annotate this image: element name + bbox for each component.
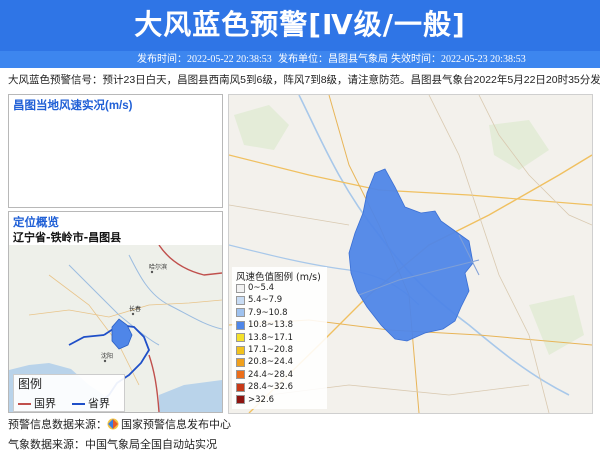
city-label: 哈尔滨 [149, 263, 167, 271]
location-panel-title: 定位概览 [13, 217, 59, 229]
wind-legend-item: 17.1~20.8 [236, 345, 293, 355]
publish-time: 发布时间：2022-05-22 20:38:53 [137, 54, 272, 65]
wind-color-legend: 风速色值图例 (m/s) 0~5.4 5.4~7.9 7.9~10.8 10.8~13… [232, 267, 327, 409]
legend-swatch [236, 320, 245, 330]
wind-legend-item: 10.8~13.8 [236, 320, 293, 330]
legend-label: 13.8~17.1 [248, 332, 293, 343]
page-title: 大风蓝色预警[Ⅳ级/一般] [134, 8, 466, 41]
legend-swatch [236, 370, 245, 380]
legend-swatch [236, 308, 245, 318]
legend-national-border: 国界 [18, 395, 56, 411]
wind-legend-title: 风速色值图例 (m/s) [236, 272, 321, 283]
legend-label: 7.9~10.8 [248, 307, 288, 318]
wind-panel-title: 昌图当地风速实况(m/s) [13, 100, 133, 112]
warning-description: 大风蓝色预警信号：预计23日白天，昌图县西南风5到6级，阵风7到8级，请注意防范… [8, 74, 600, 86]
wind-legend-item: 13.8~17.1 [236, 333, 293, 343]
overview-legend-title: 图例 [18, 377, 43, 391]
legend-label: 24.4~28.4 [248, 369, 293, 380]
legend-swatch [236, 382, 245, 392]
wind-legend-item: 20.8~24.4 [236, 357, 293, 367]
info-bar: 发布时间：2022-05-22 20:38:53 发布单位：昌图县气象局 失效时… [0, 51, 600, 68]
expire-time: 失效时间：2022-05-23 20:38:53 [391, 54, 526, 65]
legend-swatch [236, 357, 245, 367]
legend-swatch [236, 345, 245, 355]
weather-source: 气象数据来源：中国气象局全国自动站实况 [8, 438, 217, 451]
legend-swatch [236, 333, 245, 343]
legend-label: 17.1~20.8 [248, 345, 293, 355]
legend-label: >32.6 [248, 394, 275, 405]
wind-legend-item: 5.4~7.9 [236, 295, 282, 305]
warning-center-logo-icon [107, 418, 119, 430]
wind-legend-item: 7.9~10.8 [236, 308, 288, 318]
location-name: 辽宁省-铁岭市-昌图县 [13, 231, 122, 244]
wind-legend-item: >32.6 [236, 395, 274, 405]
legend-label: 0~5.4 [248, 283, 275, 293]
publisher: 发布单位：昌图县气象局 [278, 54, 388, 65]
legend-provincial-border: 省界 [72, 395, 110, 411]
legend-swatch [236, 395, 245, 405]
wind-legend-item: 0~5.4 [236, 283, 274, 293]
legend-swatch [236, 283, 245, 293]
wind-legend-item: 28.4~32.6 [236, 382, 293, 392]
legend-swatch [236, 295, 245, 305]
legend-label: 20.8~24.4 [248, 357, 293, 368]
legend-label: 10.8~13.8 [248, 320, 293, 331]
wind-legend-item: 24.4~28.4 [236, 370, 293, 380]
legend-label: 5.4~7.9 [248, 295, 283, 306]
warning-header: 大风蓝色预警[Ⅳ级/一般] [0, 0, 600, 51]
wind-speed-panel: 昌图当地风速实况(m/s) [8, 94, 223, 208]
warning-source: 预警信息数据来源： 国家预警信息发布中心 [8, 418, 231, 431]
legend-label: 28.4~32.6 [248, 382, 293, 393]
overview-legend: 图例 国界 省界 [13, 374, 125, 412]
city-label: 沈阳 [101, 352, 113, 360]
city-label: 长春 [129, 305, 141, 313]
